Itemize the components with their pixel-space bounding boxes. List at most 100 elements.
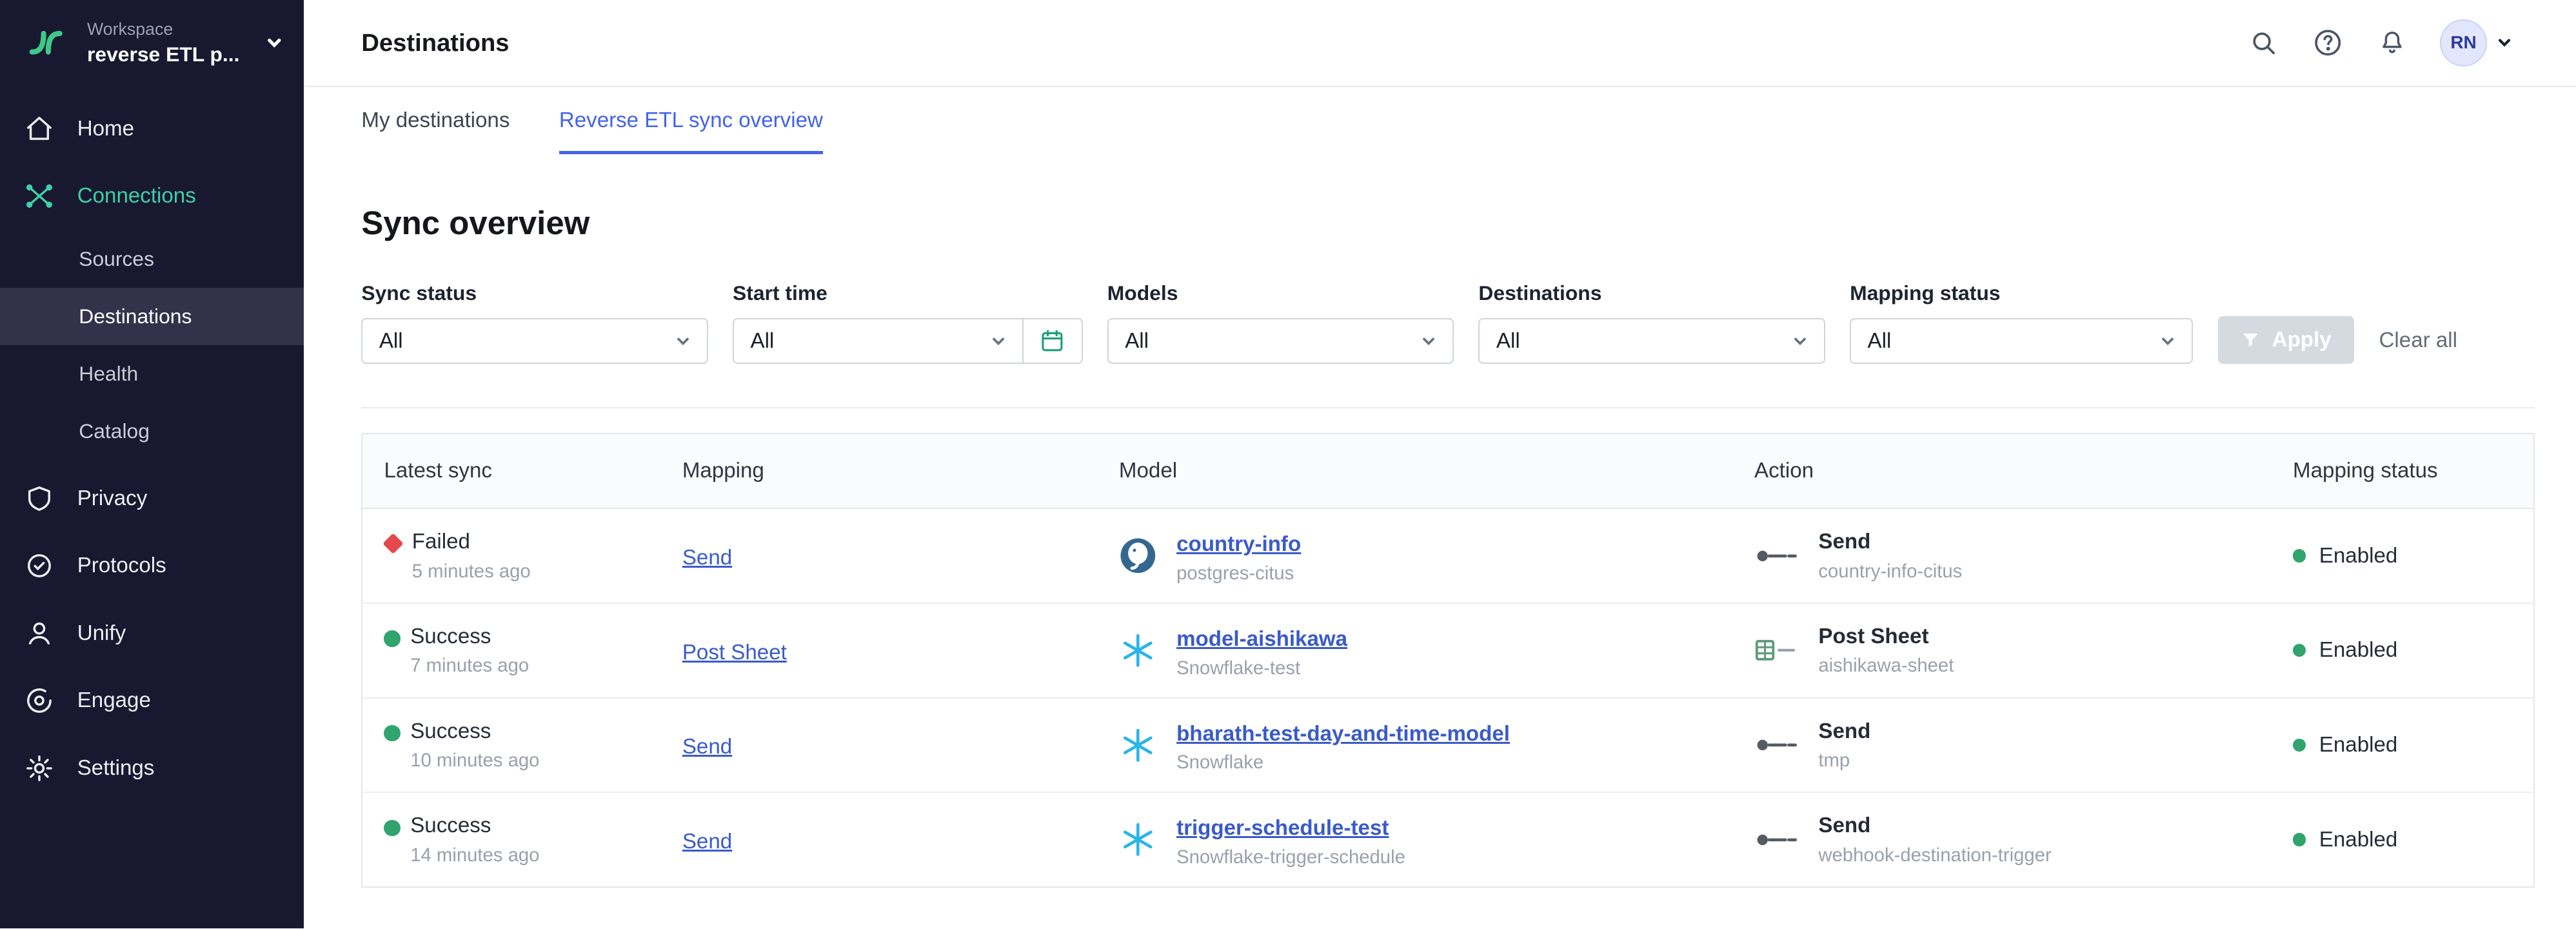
mapping-status-text: Enabled <box>2319 544 2398 568</box>
sidebar-item-health[interactable]: Health <box>0 345 304 403</box>
sidebar-item-label: Connections <box>77 184 196 208</box>
user-menu[interactable]: RN <box>2440 19 2514 67</box>
workspace-switcher[interactable]: Workspace reverse ETL p... <box>0 0 304 85</box>
snowflake-icon <box>1119 821 1157 859</box>
column-header: Mapping <box>661 434 1098 508</box>
webhook-destination-icon <box>1754 543 1799 569</box>
help-icon[interactable] <box>2312 26 2344 59</box>
header-actions: RN <box>2248 19 2514 67</box>
sidebar-item-connections[interactable]: Connections <box>0 163 304 230</box>
main-area: Destinations RN My <box>304 0 2576 928</box>
enabled-status-dot <box>2293 549 2306 562</box>
model-link[interactable]: country-info <box>1176 532 1301 556</box>
column-header: Latest sync <box>362 434 660 508</box>
filter-sync-status: Sync status All <box>361 281 708 365</box>
success-status-icon <box>384 820 400 836</box>
top-bar: Destinations RN <box>304 0 2576 87</box>
sidebar-item-sources[interactable]: Sources <box>0 230 304 288</box>
model-link[interactable]: trigger-schedule-test <box>1176 816 1389 840</box>
sidebar-item-home[interactable]: Home <box>0 95 304 163</box>
rudderstack-logo-icon <box>21 18 70 67</box>
sidebar-nav: Home Connections Sources Destinations He… <box>0 95 304 802</box>
model-link[interactable]: bharath-test-day-and-time-model <box>1176 722 1510 746</box>
page-title: Sync overview <box>361 204 2535 242</box>
shield-icon <box>25 484 54 514</box>
sync-status-select[interactable]: All <box>361 318 708 364</box>
sidebar-item-unify[interactable]: Unify <box>0 600 304 667</box>
mapping-link[interactable]: Send <box>682 546 732 570</box>
content: Sync overview Sync status All Start time… <box>304 154 2576 928</box>
chevron-down-icon <box>674 332 692 350</box>
table-row: Success 14 minutes ago Send <box>362 792 2534 887</box>
select-value: All <box>379 329 403 354</box>
select-value: All <box>750 329 774 354</box>
model-subtitle: Snowflake <box>1176 752 1510 774</box>
start-time-select[interactable]: All <box>733 318 1024 364</box>
avatar[interactable]: RN <box>2440 19 2488 67</box>
action-subtitle: tmp <box>1818 750 1870 772</box>
sidebar-item-settings[interactable]: Settings <box>0 734 304 801</box>
sidebar-item-label: Health <box>79 362 138 386</box>
workspace-text: Workspace reverse ETL p... <box>87 18 248 67</box>
page-header-title: Destinations <box>361 29 509 57</box>
mapping-status-text: Enabled <box>2319 638 2398 663</box>
apply-label: Apply <box>2272 328 2332 352</box>
sidebar-item-privacy[interactable]: Privacy <box>0 465 304 532</box>
clear-all-link[interactable]: Clear all <box>2379 328 2457 353</box>
sync-status-text: Failed <box>412 529 531 555</box>
divider <box>361 407 2535 408</box>
chevron-down-icon <box>1791 332 1809 350</box>
calendar-button[interactable] <box>1024 318 1083 364</box>
select-value: All <box>1496 329 1520 354</box>
tab-reverse-etl-sync-overview[interactable]: Reverse ETL sync overview <box>559 108 823 154</box>
sync-time: 10 minutes ago <box>410 750 539 772</box>
filters-bar: Sync status All Start time All <box>361 281 2535 365</box>
chevron-down-icon <box>989 332 1007 350</box>
sidebar-item-label: Settings <box>77 756 155 781</box>
sync-time: 5 minutes ago <box>412 561 531 583</box>
apply-button[interactable]: Apply <box>2218 316 2355 364</box>
mapping-link[interactable]: Post Sheet <box>682 641 787 664</box>
sync-time: 14 minutes ago <box>410 844 539 866</box>
notifications-bell-icon[interactable] <box>2375 26 2408 59</box>
sidebar-item-label: Engage <box>77 688 151 713</box>
failed-status-icon <box>382 533 403 554</box>
column-header: Model <box>1098 434 1733 508</box>
search-icon[interactable] <box>2248 26 2281 59</box>
filter-funnel-icon <box>2241 330 2261 350</box>
engage-icon <box>25 686 54 715</box>
sidebar-item-protocols[interactable]: Protocols <box>0 532 304 599</box>
select-value: All <box>1868 329 1892 354</box>
sidebar-item-destinations[interactable]: Destinations <box>0 288 304 345</box>
sidebar-item-engage[interactable]: Engage <box>0 667 304 734</box>
action-name: Send <box>1818 813 2051 839</box>
action-name: Send <box>1818 719 1870 745</box>
mapping-status-select[interactable]: All <box>1850 318 2193 364</box>
chevron-down-icon <box>2495 34 2513 52</box>
sidebar-item-label: Protocols <box>77 554 166 578</box>
sidebar-item-label: Home <box>77 117 134 141</box>
models-select[interactable]: All <box>1107 318 1454 364</box>
mapping-link[interactable]: Send <box>682 735 732 759</box>
chevron-down-icon <box>1420 332 1438 350</box>
action-subtitle: aishikawa-sheet <box>1818 655 1954 677</box>
webhook-destination-icon <box>1754 732 1799 758</box>
protocols-icon <box>25 551 54 581</box>
postgres-icon <box>1119 537 1157 575</box>
destinations-select[interactable]: All <box>1478 318 1825 364</box>
sidebar: Workspace reverse ETL p... Home Connecti… <box>0 0 304 928</box>
model-subtitle: Snowflake-test <box>1176 657 1347 679</box>
sidebar-item-catalog[interactable]: Catalog <box>0 403 304 460</box>
filter-models: Models All <box>1107 281 1454 365</box>
sync-status-text: Success <box>410 813 539 839</box>
snowflake-icon <box>1119 726 1157 764</box>
mapping-link[interactable]: Send <box>682 830 732 854</box>
tab-my-destinations[interactable]: My destinations <box>361 108 510 154</box>
column-header: Mapping status <box>2272 434 2534 508</box>
sidebar-item-label: Destinations <box>79 305 192 328</box>
filter-label: Sync status <box>361 281 708 305</box>
filter-label: Models <box>1107 281 1454 305</box>
model-link[interactable]: model-aishikawa <box>1176 627 1347 651</box>
home-icon <box>25 114 54 144</box>
sync-status-text: Success <box>410 719 539 745</box>
